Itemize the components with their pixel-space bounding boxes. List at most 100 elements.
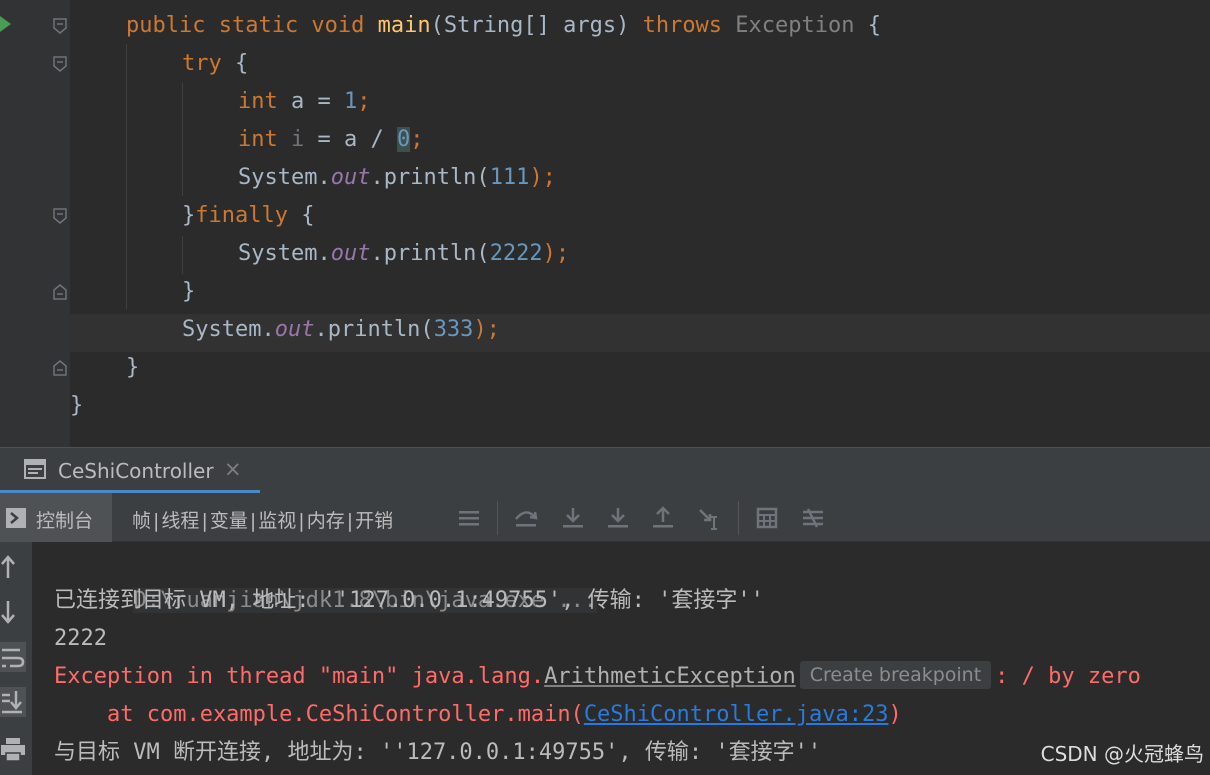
code-token: throws <box>642 13 736 38</box>
code-token: a = <box>277 89 344 114</box>
code-token: ); <box>473 317 500 342</box>
toolbar-divider <box>738 501 739 535</box>
fold-marker-icon[interactable] <box>52 18 68 34</box>
code-token: { <box>221 51 249 76</box>
editor-gutter[interactable] <box>0 0 70 447</box>
code-token: main <box>377 13 431 38</box>
tab-memory[interactable]: 内存 <box>307 506 345 533</box>
scroll-to-end-icon[interactable] <box>0 687 26 717</box>
console-exception-line: Exception in thread "main" java.lang.Ari… <box>54 658 1141 696</box>
stack-source-link[interactable]: CeShiController.java:23 <box>584 702 889 727</box>
run-to-cursor-icon[interactable] <box>696 505 722 531</box>
fold-marker-icon[interactable] <box>52 56 68 72</box>
code-token: { <box>854 13 882 38</box>
step-out-icon[interactable] <box>650 505 676 531</box>
code-line[interactable]: } <box>126 349 139 387</box>
code-token: } <box>126 355 140 380</box>
tab-separator: | <box>153 510 160 532</box>
step-into-icon[interactable] <box>560 505 586 531</box>
tab-threads[interactable]: 线程 <box>161 506 199 533</box>
code-line[interactable]: public static void main(String[] args) t… <box>126 7 881 45</box>
code-token: int <box>238 127 278 152</box>
up-arrow-icon[interactable] <box>0 552 26 582</box>
run-tab-ceshicontroller[interactable]: CeShiController × <box>0 448 260 494</box>
console-side-toolbar <box>0 542 32 775</box>
code-token: 2222 <box>489 241 543 266</box>
code-token: 333 <box>433 317 474 342</box>
code-token: 0 <box>396 127 411 152</box>
code-token: out <box>330 241 371 266</box>
code-editor[interactable]: public static void main(String[] args) t… <box>0 0 1210 447</box>
code-token: .println( <box>370 165 490 190</box>
code-token: (String[] args) <box>430 13 643 38</box>
tab-variables[interactable]: 变量 <box>210 506 248 533</box>
print-icon[interactable] <box>0 734 26 764</box>
code-token: = a / <box>304 127 397 152</box>
close-tab-icon[interactable]: × <box>224 457 242 481</box>
tab-overhead[interactable]: 开销 <box>355 506 393 533</box>
fold-marker-icon[interactable] <box>52 360 68 376</box>
debug-tabs: 帧 | 线程 | 变量 | 监视 | 内存 | 开销 <box>132 506 393 533</box>
code-line[interactable]: try { <box>182 45 248 83</box>
exception-class[interactable]: ArithmeticException <box>544 664 796 689</box>
console-command-line: D:\ruanjian\jdk1.8\bin\java.exe ... <box>54 544 598 613</box>
trace-settings-icon[interactable] <box>800 505 826 531</box>
tab-separator: | <box>249 510 257 532</box>
code-token: public static void <box>126 13 378 38</box>
down-arrow-icon[interactable] <box>0 597 26 627</box>
fold-marker-icon[interactable] <box>52 284 68 300</box>
run-tab-bar: CeShiController × <box>0 447 1210 494</box>
stack-suffix: ) <box>888 702 902 727</box>
code-line[interactable]: } <box>70 387 83 425</box>
tab-separator: | <box>346 510 354 532</box>
watermark: CSDN @火冠蜂鸟 <box>1040 742 1204 766</box>
code-token: i <box>291 127 305 152</box>
code-line[interactable]: System.out.println(111); <box>238 159 556 197</box>
console-icon <box>6 508 26 528</box>
console-output[interactable]: D:\ruanjian\jdk1.8\bin\java.exe ... 已连接到… <box>32 542 1210 775</box>
console-tab-label: 控制台 <box>36 510 94 532</box>
menu-lines-icon[interactable] <box>456 505 482 531</box>
indent-guide <box>182 82 183 196</box>
step-over-icon[interactable] <box>513 505 539 531</box>
exception-message: : / by zero <box>995 664 1141 689</box>
tab-watches[interactable]: 监视 <box>258 506 296 533</box>
force-step-into-icon[interactable] <box>605 505 631 531</box>
code-token: } <box>70 393 84 418</box>
code-token: System. <box>238 241 331 266</box>
console-output-line: 2222 <box>54 626 107 651</box>
console-disconnected-line: 与目标 VM 断开连接, 地址为: ''127.0.0.1:49755', 传输… <box>54 740 822 765</box>
code-token: try <box>182 51 222 76</box>
code-line[interactable]: } <box>182 273 195 311</box>
tab-separator: | <box>298 510 305 532</box>
indent-guide <box>182 236 183 274</box>
tab-frames[interactable]: 帧 <box>132 506 151 533</box>
tab-separator: | <box>201 510 208 532</box>
code-token: out <box>330 165 371 190</box>
code-token: ); <box>529 165 556 190</box>
code-line[interactable]: int a = 1; <box>238 83 370 121</box>
create-breakpoint-button[interactable]: Create breakpoint <box>799 661 992 689</box>
tab-console[interactable]: 控制台 <box>0 493 112 542</box>
stack-prefix: at com.example.CeShiController.main( <box>54 702 584 727</box>
code-token: 1 <box>343 89 358 114</box>
evaluate-expression-icon[interactable] <box>754 505 780 531</box>
code-token: Exception <box>735 13 855 38</box>
code-line[interactable]: int i = a / 0; <box>238 121 423 159</box>
code-token: 111 <box>489 165 530 190</box>
code-token: ); <box>542 241 570 266</box>
run-main-icon[interactable] <box>0 16 11 32</box>
code-line[interactable]: System.out.println(333); <box>182 311 500 349</box>
exception-prefix: Exception in thread "main" java.lang. <box>54 664 545 689</box>
run-tab-title: CeShiController <box>58 459 214 483</box>
code-line[interactable]: }finally { <box>182 197 314 235</box>
code-token: System. <box>238 165 331 190</box>
code-token: .println( <box>370 241 490 266</box>
code-line[interactable]: System.out.println(2222); <box>238 235 569 273</box>
fold-marker-icon[interactable] <box>52 208 68 224</box>
indent-guide <box>126 44 127 310</box>
soft-wrap-icon[interactable] <box>0 642 26 672</box>
console-window-icon <box>24 459 46 479</box>
code-token: ; <box>410 127 424 152</box>
